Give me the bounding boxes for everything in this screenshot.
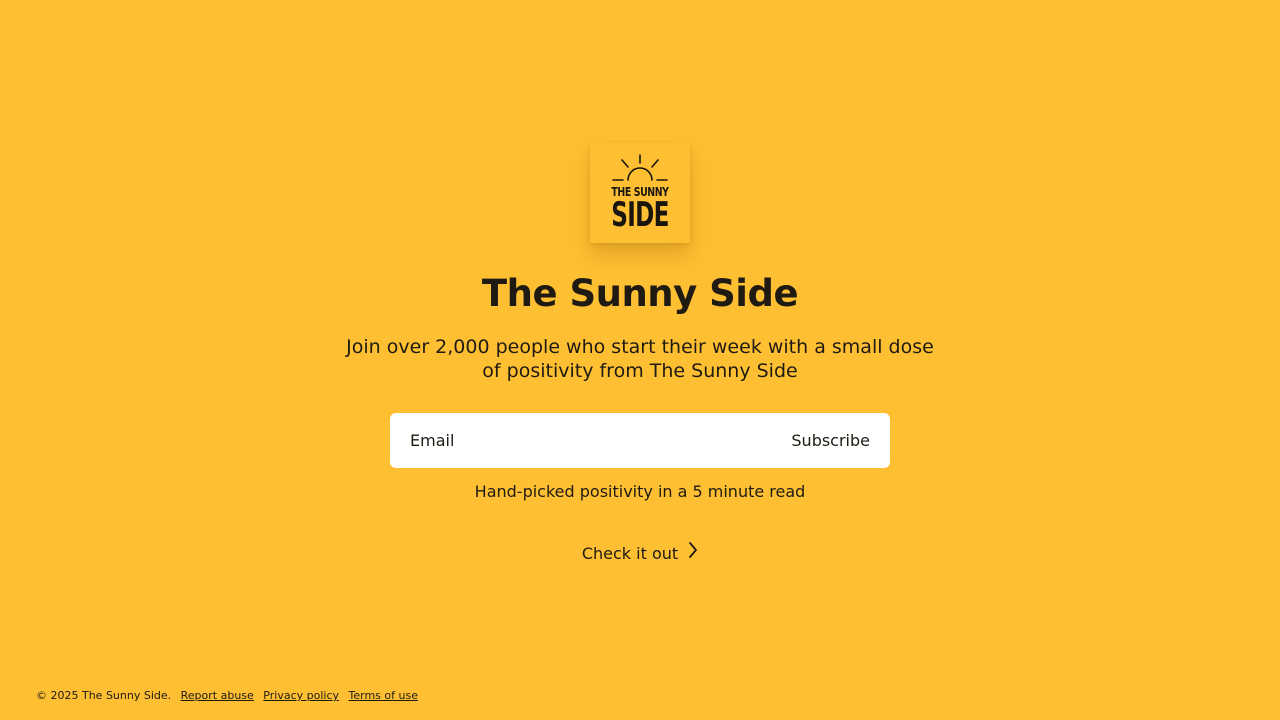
check-it-out-label: Check it out <box>581 544 679 563</box>
tagline: Hand-picked positivity in a 5 minute rea… <box>474 482 806 501</box>
subscribe-button[interactable]: Subscribe <box>779 413 882 468</box>
page-subtitle: Join over 2,000 people who start their w… <box>346 336 934 382</box>
footer-copyright: © 2025 The Sunny Side. <box>36 689 172 702</box>
brand-logo: THE SUNNY SIDE <box>590 143 690 243</box>
footer: © 2025 The Sunny Side. Report abuse Priv… <box>36 689 418 703</box>
email-input[interactable] <box>410 413 770 468</box>
subscribe-form: Subscribe <box>390 413 890 468</box>
landing-page: THE SUNNY SIDE The Sunny Side Join over … <box>0 0 1280 720</box>
chevron-right-icon <box>688 541 698 565</box>
check-it-out-link[interactable]: Check it out <box>0 541 1280 565</box>
terms-of-use-link[interactable]: Terms of use <box>349 689 418 702</box>
logo-text-bottom: SIDE <box>611 195 669 235</box>
report-abuse-link[interactable]: Report abuse <box>181 689 254 702</box>
page-title: The Sunny Side <box>481 272 799 315</box>
privacy-policy-link[interactable]: Privacy policy <box>263 689 339 702</box>
